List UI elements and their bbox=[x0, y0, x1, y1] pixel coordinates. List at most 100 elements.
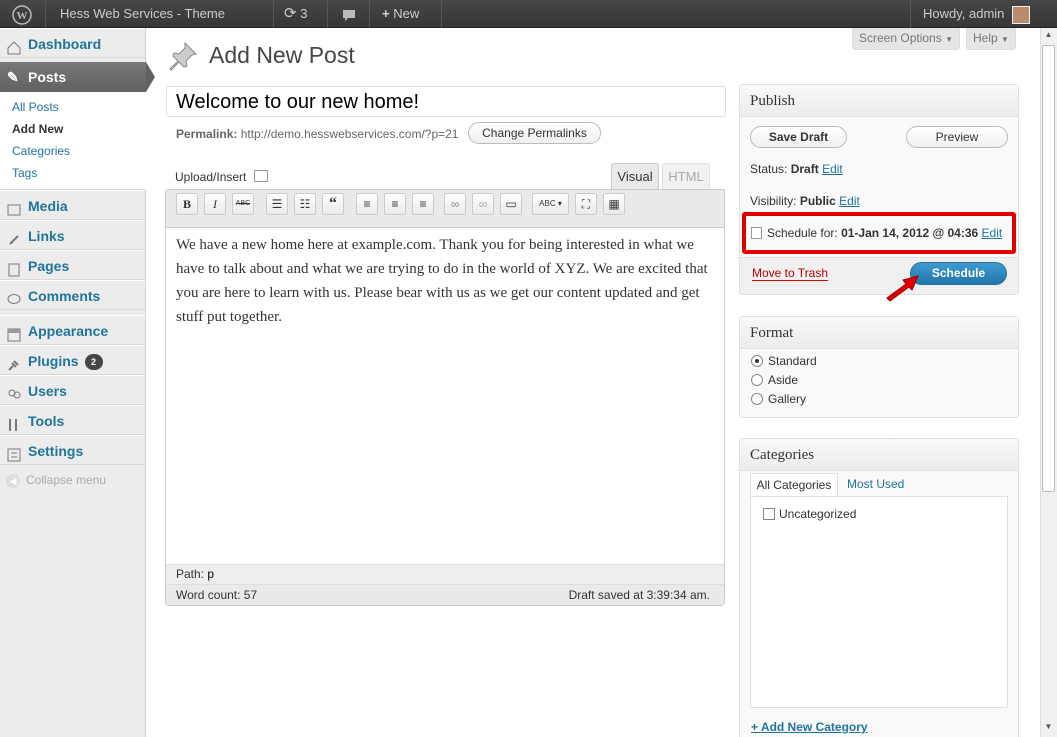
align-right-button[interactable]: ≡ bbox=[412, 193, 434, 215]
wordpress-logo-icon[interactable]: W bbox=[0, 0, 46, 28]
blockquote-button[interactable]: “ bbox=[322, 193, 344, 215]
permalink-url[interactable]: http://demo.hesswebservices.com/?p=21 bbox=[241, 127, 459, 141]
menu-item-comments[interactable]: Comments bbox=[0, 280, 145, 310]
comments-link[interactable] bbox=[328, 0, 370, 28]
format-option-label: Gallery bbox=[768, 392, 807, 406]
updates-count: 3 bbox=[300, 6, 308, 21]
format-gallery-radio[interactable]: Gallery bbox=[751, 392, 806, 406]
menu-item-plugins[interactable]: Plugins 2 bbox=[0, 345, 145, 375]
tab-html[interactable]: HTML bbox=[662, 163, 710, 189]
pushpin-icon: ✎ bbox=[7, 69, 19, 85]
submenu-add-new[interactable]: Add New bbox=[12, 122, 63, 136]
collapse-menu[interactable]: ◀ Collapse menu bbox=[6, 473, 106, 488]
bold-button[interactable]: B bbox=[176, 193, 198, 215]
edit-status-link[interactable]: Edit bbox=[822, 162, 843, 176]
more-tag-button[interactable]: ▭ bbox=[500, 193, 522, 215]
category-label: Uncategorized bbox=[779, 507, 857, 521]
link-icon bbox=[6, 228, 22, 245]
menu-label: Links bbox=[28, 228, 65, 244]
tab-most-used[interactable]: Most Used bbox=[847, 477, 904, 491]
settings-icon bbox=[6, 443, 22, 462]
categories-heading: Categories bbox=[740, 439, 1018, 471]
menu-label: Tools bbox=[28, 413, 65, 429]
menu-label: Plugins bbox=[28, 353, 79, 369]
insert-link-button[interactable]: ∞ bbox=[444, 193, 466, 215]
format-aside-radio[interactable]: Aside bbox=[751, 373, 798, 387]
add-media-icon[interactable] bbox=[253, 170, 268, 182]
numbered-list-button[interactable]: ☷ bbox=[294, 193, 316, 215]
media-icon bbox=[6, 198, 22, 216]
comment-icon bbox=[6, 288, 22, 304]
scrollbar-thumb[interactable] bbox=[1042, 45, 1055, 492]
format-standard-radio[interactable]: Standard bbox=[751, 354, 817, 368]
strikethrough-button[interactable]: ABC bbox=[232, 193, 254, 215]
unlink-button[interactable]: ∞ bbox=[472, 193, 494, 215]
schedule-row: Schedule for: 01-Jan 14, 2012 @ 04:36 Ed… bbox=[751, 226, 1002, 240]
editor-content[interactable]: We have a new home here at example.com. … bbox=[176, 233, 716, 329]
spellcheck-button[interactable]: ABC ▾ bbox=[532, 193, 569, 215]
menu-item-posts[interactable]: ✎ Posts bbox=[0, 62, 155, 92]
my-account-link[interactable]: Howdy, admin bbox=[910, 0, 1057, 28]
triangle-down-icon: ▼ bbox=[945, 35, 953, 44]
menu-item-pages[interactable]: Pages bbox=[0, 250, 145, 280]
tools-icon bbox=[6, 413, 22, 431]
pages-icon bbox=[6, 258, 22, 277]
align-center-button[interactable]: ≡ bbox=[384, 193, 406, 215]
schedule-button[interactable]: Schedule bbox=[910, 262, 1007, 285]
edit-schedule-link[interactable]: Edit bbox=[982, 226, 1003, 240]
new-content-link[interactable]: + New bbox=[370, 0, 442, 28]
screen-options-label: Screen Options bbox=[859, 31, 942, 45]
kitchen-sink-button[interactable]: ▦ bbox=[603, 193, 625, 215]
help-button[interactable]: Help ▼ bbox=[966, 28, 1016, 50]
category-checkbox-uncategorized[interactable]: Uncategorized bbox=[763, 507, 856, 521]
plus-icon: + bbox=[382, 6, 390, 21]
add-new-category-link[interactable]: + Add New Category bbox=[751, 720, 868, 734]
save-draft-button[interactable]: Save Draft bbox=[750, 126, 847, 148]
draft-saved-status: Draft saved at 3:39:34 am. bbox=[568, 588, 710, 602]
move-to-trash-link[interactable]: Move to Trash bbox=[752, 266, 829, 281]
admin-bar: W Hess Web Services - Theme Demo ⟳ 3 + N… bbox=[0, 0, 1057, 49]
menu-item-settings[interactable]: Settings bbox=[0, 435, 145, 465]
users-icon bbox=[6, 383, 22, 399]
path-value[interactable]: p bbox=[207, 567, 214, 581]
editor-status-bar: Word count: 57 Draft saved at 3:39:34 am… bbox=[166, 584, 724, 605]
menu-item-dashboard[interactable]: Dashboard bbox=[0, 28, 145, 58]
post-title-input[interactable]: Welcome to our new home! bbox=[166, 86, 726, 117]
radio-icon bbox=[751, 393, 763, 405]
svg-text:W: W bbox=[17, 10, 28, 22]
menu-label: Dashboard bbox=[28, 36, 102, 52]
menu-item-users[interactable]: Users bbox=[0, 375, 145, 405]
menu-label: Comments bbox=[28, 288, 101, 304]
help-label: Help bbox=[973, 31, 998, 45]
schedule-label: Schedule for: bbox=[767, 226, 838, 240]
menu-item-media[interactable]: Media bbox=[0, 190, 145, 220]
scroll-down-arrow-icon[interactable]: ▼ bbox=[1042, 722, 1055, 735]
appearance-icon bbox=[6, 323, 22, 342]
screen-options-button[interactable]: Screen Options ▼ bbox=[852, 28, 960, 50]
submenu-tags[interactable]: Tags bbox=[12, 166, 37, 180]
updates-link[interactable]: ⟳ 3 bbox=[274, 0, 328, 28]
scroll-up-arrow-icon[interactable]: ▲ bbox=[1042, 30, 1055, 43]
align-left-button[interactable]: ≡ bbox=[356, 193, 378, 215]
publish-heading: Publish bbox=[740, 85, 1018, 117]
home-icon bbox=[6, 36, 22, 55]
preview-button[interactable]: Preview bbox=[906, 126, 1008, 148]
tab-all-categories[interactable]: All Categories bbox=[750, 473, 838, 497]
tab-visual[interactable]: Visual bbox=[611, 163, 659, 190]
italic-button[interactable]: I bbox=[204, 193, 226, 215]
refresh-icon: ⟳ bbox=[284, 5, 297, 22]
edit-visibility-link[interactable]: Edit bbox=[839, 194, 860, 208]
format-option-label: Aside bbox=[768, 373, 799, 387]
howdy-text: Howdy, admin bbox=[923, 6, 1005, 21]
bullet-list-button[interactable]: ☰ bbox=[266, 193, 288, 215]
menu-item-tools[interactable]: Tools bbox=[0, 405, 145, 435]
fullscreen-button[interactable]: ⛶ bbox=[575, 193, 597, 215]
submenu-categories[interactable]: Categories bbox=[12, 144, 70, 158]
visibility-label: Visibility: bbox=[750, 194, 797, 208]
submenu-all-posts[interactable]: All Posts bbox=[12, 100, 59, 114]
site-name-link[interactable]: Hess Web Services - Theme Demo bbox=[46, 0, 274, 49]
menu-item-links[interactable]: Links bbox=[0, 220, 145, 250]
menu-item-appearance[interactable]: Appearance bbox=[0, 315, 145, 345]
avatar bbox=[1012, 5, 1031, 24]
change-permalinks-button[interactable]: Change Permalinks bbox=[468, 122, 601, 144]
